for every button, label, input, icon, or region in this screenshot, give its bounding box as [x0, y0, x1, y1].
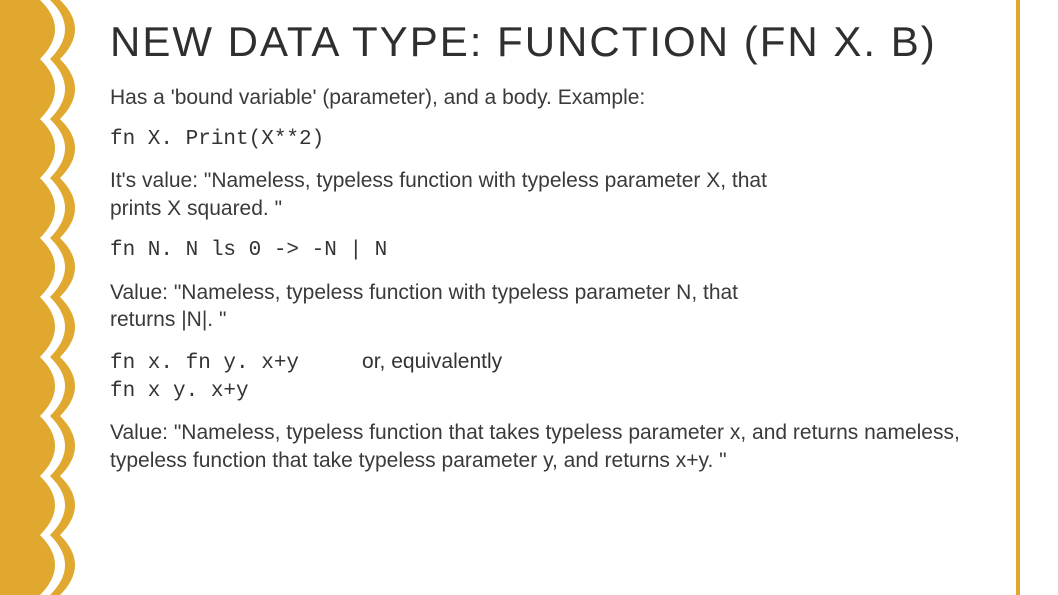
code-example-3: fn x. fn y. x+y or, equivalently fn x y.… [110, 348, 998, 405]
equivalence-note: or, equivalently [362, 350, 502, 373]
value-description-3: Value: "Nameless, typeless function that… [110, 419, 998, 474]
code-example-3b: fn x y. x+y [110, 380, 249, 403]
right-accent-line [1016, 0, 1020, 595]
value-description-1: It's value: "Nameless, typeless function… [110, 167, 790, 222]
code-example-3a: fn x. fn y. x+y [110, 352, 299, 375]
slide: NEW DATA TYPE: FUNCTION (FN X. B) Has a … [0, 0, 1058, 595]
code-example-1: fn X. Print(X**2) [110, 126, 998, 154]
scalloped-edge-decoration [0, 0, 90, 595]
content-area: NEW DATA TYPE: FUNCTION (FN X. B) Has a … [110, 18, 998, 489]
value-description-2: Value: "Nameless, typeless function with… [110, 279, 790, 334]
intro-text: Has a 'bound variable' (parameter), and … [110, 84, 790, 112]
code-example-2: fn N. N ls 0 -> -N | N [110, 237, 998, 265]
slide-title: NEW DATA TYPE: FUNCTION (FN X. B) [110, 18, 998, 66]
